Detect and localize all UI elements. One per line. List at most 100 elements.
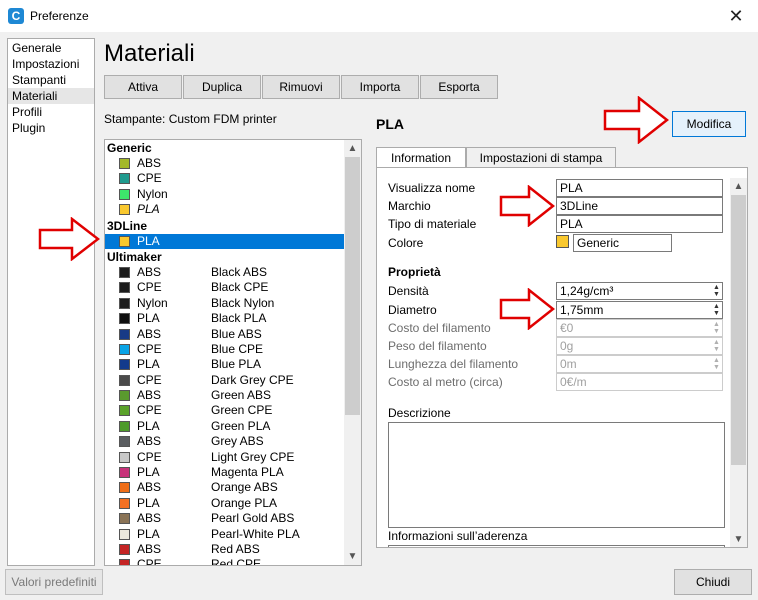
material-list-item[interactable]: Nylon Black Nylon <box>105 296 345 311</box>
scroll-up-icon[interactable]: ▲ <box>344 140 361 157</box>
material-color-swatch <box>119 467 130 479</box>
material-list-item[interactable]: ABS Pearl Gold ABS <box>105 511 345 526</box>
detail-scroll-thumb[interactable] <box>731 195 746 465</box>
close-window-icon[interactable]: ✕ <box>724 4 748 28</box>
material-list-item[interactable]: PLA Pearl-White PLA <box>105 527 345 542</box>
material-type: PLA <box>137 357 160 372</box>
diameter-spinbox[interactable]: 1,75mm ▲ ▼ <box>556 301 723 319</box>
material-type: CPE <box>137 403 162 418</box>
action-button-4[interactable]: Esporta <box>420 75 498 99</box>
material-type: CPE <box>137 557 162 566</box>
material-list-item[interactable]: PLA Blue PLA <box>105 357 345 372</box>
action-button-1[interactable]: Duplica <box>183 75 261 99</box>
material-type-field[interactable]: PLA <box>556 215 723 233</box>
detail-scrollbar[interactable]: ▲ ▼ <box>730 178 747 547</box>
filament-cost-spinbox[interactable]: €0 ▲ ▼ <box>556 319 723 337</box>
cost-per-meter-field[interactable]: 0€/m <box>556 373 723 391</box>
nav-item-1[interactable]: Impostazioni <box>8 56 94 72</box>
printer-label: Stampante: Custom FDM printer <box>104 112 277 126</box>
material-list-item[interactable]: PLA Magenta PLA <box>105 465 345 480</box>
edit-button[interactable]: Modifica <box>672 111 746 137</box>
material-list-item[interactable]: ABS Green ABS <box>105 388 345 403</box>
material-list-scroll-thumb[interactable] <box>345 157 360 415</box>
material-list-item[interactable]: PLA <box>105 233 345 249</box>
material-color-swatch <box>119 451 130 463</box>
scroll-down-icon[interactable]: ▼ <box>730 531 747 547</box>
material-color-swatch <box>119 374 130 386</box>
material-list-scrollbar[interactable]: ▲ ▼ <box>344 140 361 565</box>
material-list-item[interactable]: ABS Grey ABS <box>105 434 345 449</box>
description-textarea[interactable] <box>388 422 725 528</box>
filament-weight-spinbox[interactable]: 0g ▲ ▼ <box>556 337 723 355</box>
action-button-3[interactable]: Importa <box>341 75 419 99</box>
material-list-item[interactable]: ABS Blue ABS <box>105 327 345 342</box>
material-name: Orange ABS <box>211 480 278 495</box>
density-value: 1,24g/cm³ <box>560 284 614 298</box>
close-button[interactable]: Chiudi <box>674 569 752 595</box>
nav-item-0[interactable]: Generale <box>8 40 94 56</box>
action-button-0[interactable]: Attiva <box>104 75 182 99</box>
properties-header: Proprietà <box>388 265 441 279</box>
material-list-item[interactable]: CPE Dark Grey CPE <box>105 373 345 388</box>
material-type-label: Tipo di materiale <box>388 217 477 231</box>
material-list-item[interactable]: CPE <box>105 171 345 186</box>
filament-length-label: Lunghezza del filamento <box>388 357 519 371</box>
spin-arrows-icon: ▲ ▼ <box>713 321 720 335</box>
material-list-item[interactable]: ABS <box>105 156 345 171</box>
material-type: ABS <box>137 326 162 341</box>
material-name: Pearl Gold ABS <box>211 511 295 526</box>
material-list-item[interactable]: ABS Black ABS <box>105 265 345 280</box>
material-list-item[interactable]: CPE Blue CPE <box>105 342 345 357</box>
nav-item-3[interactable]: Materiali <box>8 88 94 104</box>
material-type: Nylon <box>137 295 168 310</box>
material-list-item[interactable]: PLA Green PLA <box>105 419 345 434</box>
material-color-swatch <box>119 188 130 200</box>
material-type: PLA <box>137 418 160 433</box>
display-name-field[interactable]: PLA <box>556 179 723 197</box>
scroll-up-icon[interactable]: ▲ <box>730 178 747 195</box>
material-type: PLA <box>137 495 160 510</box>
material-list-item[interactable]: CPE Red CPE <box>105 557 345 566</box>
material-list: Generic ABS CPE Nylon PLA 3DLine PLA Ultimaker A… <box>104 139 362 566</box>
color-swatch[interactable] <box>556 235 569 248</box>
adhesion-textarea[interactable] <box>388 545 725 547</box>
material-list-item[interactable]: CPE Black CPE <box>105 280 345 295</box>
material-color-swatch <box>119 513 130 525</box>
filament-length-value: 0m <box>560 357 577 371</box>
spin-arrows-icon: ▲ ▼ <box>713 339 720 353</box>
brand-field[interactable]: 3DLine <box>556 197 723 215</box>
material-list-item[interactable]: PLA Orange PLA <box>105 496 345 511</box>
material-list-item[interactable]: PLA Black PLA <box>105 311 345 326</box>
material-list-item[interactable]: ABS Orange ABS <box>105 480 345 495</box>
display-name-label: Visualizza nome <box>388 181 476 195</box>
filament-length-spinbox[interactable]: 0m ▲ ▼ <box>556 355 723 373</box>
nav-item-5[interactable]: Plugin <box>8 120 94 136</box>
filament-cost-value: €0 <box>560 321 574 335</box>
material-list-item[interactable]: CPE Light Grey CPE <box>105 450 345 465</box>
material-name: Blue PLA <box>211 357 262 372</box>
tab-information[interactable]: Information <box>376 147 466 169</box>
action-button-2[interactable]: Rimuovi <box>262 75 340 99</box>
material-group-header[interactable]: Ultimaker <box>105 249 345 265</box>
material-color-swatch <box>119 328 130 340</box>
tab-print-settings[interactable]: Impostazioni di stampa <box>466 147 616 168</box>
scroll-down-icon[interactable]: ▼ <box>344 548 361 565</box>
material-list-item[interactable]: CPE Green CPE <box>105 403 345 418</box>
material-type: Nylon <box>137 186 168 201</box>
spin-arrows-icon[interactable]: ▲ ▼ <box>712 303 721 317</box>
material-list-item[interactable]: PLA <box>105 202 345 217</box>
material-name: Grey ABS <box>211 434 264 449</box>
material-group-header[interactable]: Generic <box>105 140 345 156</box>
material-list-item[interactable]: ABS Red ABS <box>105 542 345 557</box>
spin-arrows-icon[interactable]: ▲ ▼ <box>712 284 721 298</box>
material-color-swatch <box>119 204 130 216</box>
reset-defaults-button[interactable]: Valori predefiniti <box>5 569 103 595</box>
nav-item-2[interactable]: Stampanti <box>8 72 94 88</box>
material-name: Green CPE <box>211 403 273 418</box>
material-list-item[interactable]: Nylon <box>105 187 345 202</box>
density-spinbox[interactable]: 1,24g/cm³ ▲ ▼ <box>556 282 723 300</box>
color-name-field[interactable]: Generic <box>573 234 672 252</box>
material-group-header[interactable]: 3DLine <box>105 218 345 234</box>
nav-item-4[interactable]: Profili <box>8 104 94 120</box>
material-color-swatch <box>119 359 130 371</box>
